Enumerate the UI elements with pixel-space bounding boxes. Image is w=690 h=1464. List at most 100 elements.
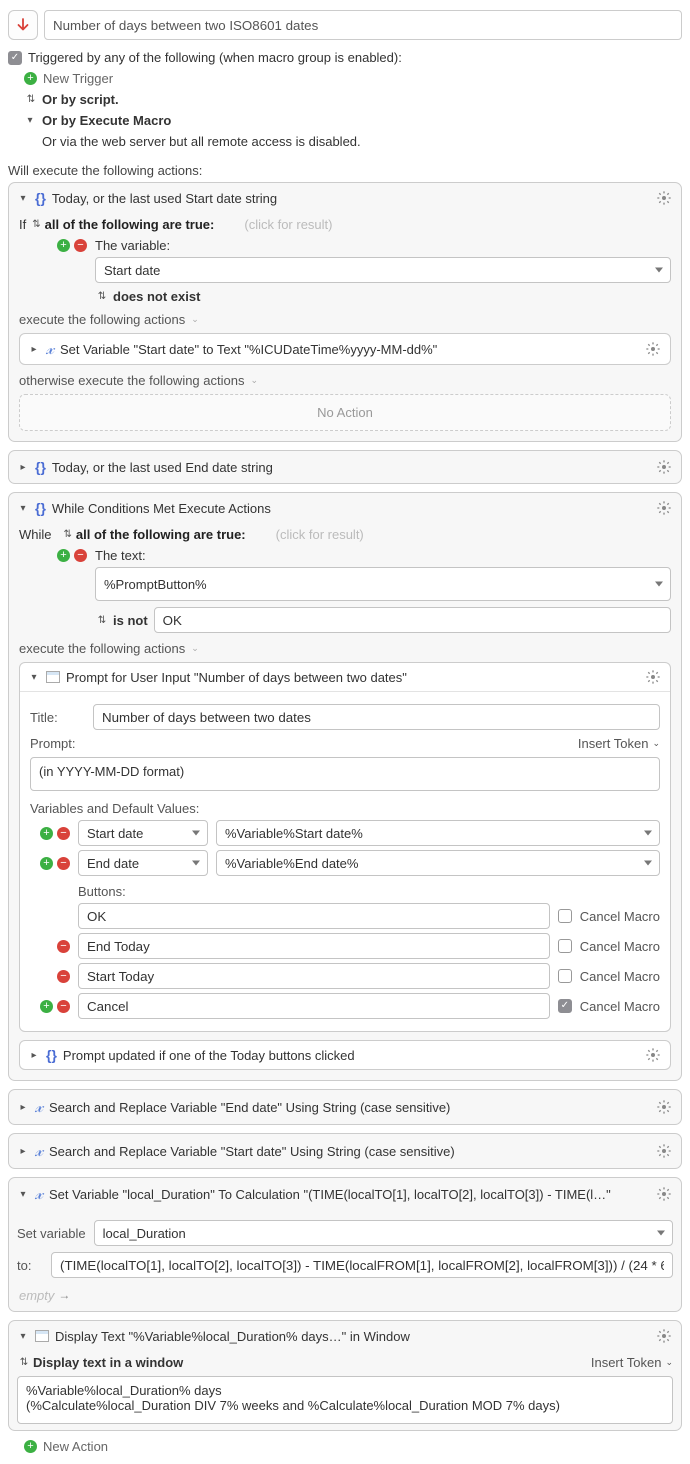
the-variable-label: The variable: [95, 238, 170, 253]
variable-name-select[interactable]: Start date [95, 257, 671, 283]
display-text-body[interactable]: %Variable%local_Duration% days (%Calcula… [17, 1376, 673, 1424]
macro-enabled-toggle[interactable] [8, 10, 38, 40]
add-button-icon[interactable]: + [40, 1000, 53, 1013]
subaction-gear-icon[interactable] [644, 1046, 662, 1064]
text-condition-input[interactable]: %PromptButton% [95, 567, 671, 601]
while-label: While [19, 527, 52, 542]
cancel-macro-checkbox[interactable] [558, 939, 572, 953]
remove-button-icon[interactable]: − [57, 940, 70, 953]
button-label-input[interactable] [78, 963, 550, 989]
subaction-disclosure[interactable]: ▸ [28, 1050, 40, 1061]
brace-icon: {} [46, 1047, 57, 1063]
var-name-select[interactable]: End date [78, 850, 208, 876]
calculation-input[interactable] [51, 1252, 673, 1278]
action3-disclosure[interactable]: ▾ [17, 503, 29, 514]
action1-disclosure[interactable]: ▾ [17, 193, 29, 204]
display-text-mode[interactable]: Display text in a window [33, 1355, 183, 1370]
prompt-disclosure[interactable]: ▾ [28, 672, 40, 683]
remove-condition-icon[interactable]: − [74, 549, 87, 562]
prompt-title-input[interactable] [93, 704, 660, 730]
form-icon [46, 671, 60, 683]
action3-gear-icon[interactable] [655, 499, 673, 517]
setvar-gear-icon[interactable] [644, 340, 662, 358]
add-var-icon[interactable]: + [40, 827, 53, 840]
action2-gear-icon[interactable] [655, 458, 673, 476]
updown-icon[interactable]: ⇅ [17, 1357, 29, 1368]
to-label: to: [17, 1258, 43, 1273]
button-label-input[interactable] [78, 993, 550, 1019]
updown-icon[interactable]: ⇅ [32, 219, 38, 230]
action6-gear-icon[interactable] [655, 1185, 673, 1203]
or-script-label: Or by script. [42, 92, 119, 107]
action7-disclosure[interactable]: ▾ [17, 1331, 29, 1342]
add-var-icon[interactable]: + [40, 857, 53, 870]
while-cond[interactable]: all of the following are true: [76, 527, 246, 542]
remove-condition-icon[interactable]: − [74, 239, 87, 252]
action1-gear-icon[interactable] [655, 189, 673, 207]
chevron-down-icon[interactable]: ⌄ [191, 643, 199, 654]
cancel-macro-checkbox[interactable] [558, 999, 572, 1013]
triggers-enabled-checkbox[interactable] [8, 51, 22, 65]
remove-var-icon[interactable]: − [57, 857, 70, 870]
set-variable-select[interactable]: local_Duration [94, 1220, 673, 1246]
is-not-label[interactable]: is not [113, 613, 148, 628]
action5-gear-icon[interactable] [655, 1142, 673, 1160]
remove-var-icon[interactable]: − [57, 827, 70, 840]
button-label-input[interactable] [78, 933, 550, 959]
if-cond[interactable]: all of the following are true: [45, 217, 215, 232]
action6-disclosure[interactable]: ▾ [17, 1189, 29, 1200]
updown-icon[interactable]: ⇅ [95, 291, 107, 302]
title-label: Title: [30, 710, 85, 725]
insert-token-button[interactable]: Insert Token⌄ [578, 736, 660, 751]
variables-label: Variables and Default Values: [30, 801, 660, 816]
add-condition-icon[interactable]: + [57, 549, 70, 562]
prompt-label: Prompt: [30, 736, 85, 751]
action5-disclosure[interactable]: ▸ [17, 1146, 29, 1157]
variable-icon: 𝓍 [35, 1184, 43, 1204]
updown-icon[interactable]: ⇅ [24, 94, 36, 105]
cancel-macro-checkbox[interactable] [558, 909, 572, 923]
var-default-select[interactable]: %Variable%End date% [216, 850, 660, 876]
new-trigger-link[interactable]: New Trigger [43, 71, 113, 86]
chevron-down-icon[interactable]: ⌄ [250, 375, 258, 386]
var-name-select[interactable]: Start date [78, 820, 208, 846]
action2-title: Today, or the last used End date string [52, 460, 649, 475]
remove-button-icon[interactable]: − [57, 970, 70, 983]
variable-icon: 𝓍 [46, 339, 54, 359]
action4-gear-icon[interactable] [655, 1098, 673, 1116]
insert-token-button[interactable]: Insert Token⌄ [591, 1355, 673, 1370]
remove-button-icon[interactable]: − [57, 1000, 70, 1013]
the-text-label: The text: [95, 548, 146, 563]
no-action-placeholder[interactable]: No Action [19, 394, 671, 431]
execute-following-label: execute the following actions [19, 641, 185, 656]
updown-icon[interactable]: ⇅ [95, 615, 107, 626]
cancel-macro-checkbox[interactable] [558, 969, 572, 983]
set-variable-label: Set variable [17, 1226, 86, 1241]
updown-icon[interactable]: ⇅ [64, 529, 70, 540]
set-var-title: Set Variable "Start date" to Text "%ICUD… [60, 342, 638, 357]
compare-value-input[interactable] [154, 607, 671, 633]
new-action-link[interactable]: New Action [43, 1439, 108, 1454]
prompt-text-input[interactable]: (in YYYY-MM-DD format) [30, 757, 660, 791]
button-label-input[interactable] [78, 903, 550, 929]
arrow-icon: → [58, 1288, 70, 1302]
disclosure-icon[interactable]: ▾ [24, 115, 36, 126]
chevron-down-icon[interactable]: ⌄ [191, 314, 199, 325]
brace-icon: {} [35, 500, 46, 516]
macro-title-input[interactable] [44, 10, 682, 40]
action7-gear-icon[interactable] [655, 1327, 673, 1345]
click-for-result[interactable]: (click for result) [276, 527, 364, 542]
action2-disclosure[interactable]: ▸ [17, 462, 29, 473]
click-for-result[interactable]: (click for result) [244, 217, 332, 232]
if-label: If [19, 217, 26, 232]
setvar-disclosure[interactable]: ▸ [28, 344, 40, 355]
add-action-icon[interactable]: + [24, 1440, 37, 1453]
prompt-gear-icon[interactable] [644, 668, 662, 686]
add-condition-icon[interactable]: + [57, 239, 70, 252]
does-not-exist[interactable]: does not exist [113, 289, 200, 304]
var-default-select[interactable]: %Variable%Start date% [216, 820, 660, 846]
action4-disclosure[interactable]: ▸ [17, 1102, 29, 1113]
triggers-intro-text: Triggered by any of the following (when … [28, 50, 402, 65]
add-trigger-icon[interactable]: + [24, 72, 37, 85]
will-execute-label: Will execute the following actions: [8, 163, 682, 178]
